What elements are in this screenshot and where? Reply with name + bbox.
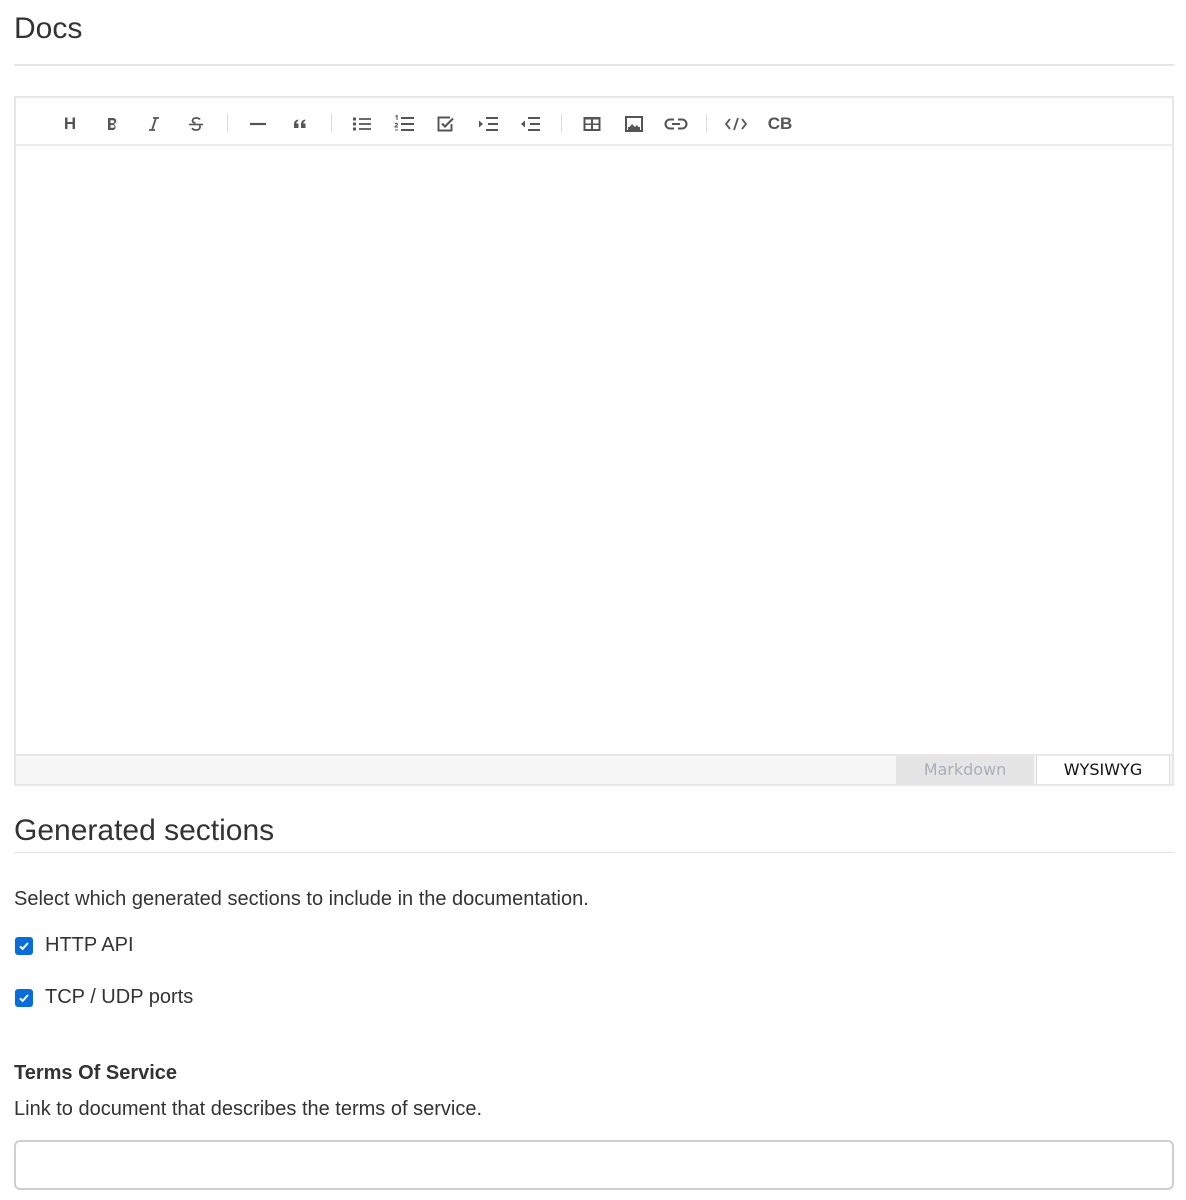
italic-icon bbox=[149, 117, 159, 131]
codeblock-button[interactable]: CB bbox=[766, 112, 794, 136]
http-api-option[interactable]: HTTP API bbox=[14, 934, 134, 957]
docs-editor: H CB Markdown WYSIWYG bbox=[14, 96, 1174, 786]
checkmark-icon bbox=[19, 993, 29, 1002]
bullet-list-button[interactable] bbox=[350, 112, 374, 136]
heading-button[interactable]: H bbox=[58, 112, 82, 136]
image-icon bbox=[625, 116, 643, 132]
divider bbox=[14, 64, 1174, 66]
http-api-checkbox[interactable] bbox=[15, 936, 33, 955]
table-button[interactable] bbox=[580, 112, 604, 136]
terms-of-service-label: Terms Of Service bbox=[14, 1062, 178, 1084]
docs-title: Docs bbox=[14, 12, 83, 45]
http-api-label: HTTP API bbox=[45, 934, 134, 956]
toolbar-divider bbox=[227, 114, 228, 133]
strike-icon bbox=[189, 117, 203, 131]
table-icon bbox=[583, 117, 601, 131]
image-button[interactable] bbox=[622, 112, 646, 136]
terms-of-service-input[interactable] bbox=[14, 1140, 1174, 1190]
tcp-udp-ports-checkbox[interactable] bbox=[15, 988, 33, 1007]
ordered-list-icon bbox=[394, 114, 414, 131]
generated-sections-title: Generated sections bbox=[14, 814, 275, 847]
outdent-icon bbox=[521, 117, 540, 131]
italic-button[interactable] bbox=[142, 112, 166, 136]
outdent-button[interactable] bbox=[518, 112, 542, 136]
bold-button[interactable] bbox=[100, 112, 124, 136]
toolbar-divider bbox=[706, 114, 707, 133]
task-list-icon bbox=[437, 116, 454, 132]
quote-icon bbox=[294, 119, 306, 128]
indent-button[interactable] bbox=[476, 112, 500, 136]
code-button[interactable] bbox=[724, 112, 748, 136]
checkmark-icon bbox=[19, 941, 29, 950]
divider bbox=[14, 852, 1174, 853]
editor-content[interactable] bbox=[16, 146, 1172, 754]
heading-icon: H bbox=[63, 114, 77, 133]
tcp-udp-ports-option[interactable]: TCP / UDP ports bbox=[14, 986, 193, 1009]
wysiwyg-tab[interactable]: WYSIWYG bbox=[1036, 756, 1170, 784]
markdown-tab[interactable]: Markdown bbox=[896, 756, 1034, 784]
generated-sections-description: Select which generated sections to inclu… bbox=[14, 888, 589, 910]
hr-button[interactable] bbox=[246, 112, 270, 136]
link-button[interactable] bbox=[664, 112, 688, 136]
terms-of-service-description: Link to document that describes the term… bbox=[14, 1098, 482, 1120]
editor-mode-switch: Markdown WYSIWYG bbox=[16, 754, 1172, 784]
toolbar-divider bbox=[561, 114, 562, 133]
task-list-button[interactable] bbox=[434, 112, 458, 136]
horizontal-rule-icon bbox=[250, 122, 266, 126]
bold-icon bbox=[108, 117, 117, 130]
ordered-list-button[interactable] bbox=[392, 112, 416, 136]
tcp-udp-ports-label: TCP / UDP ports bbox=[45, 986, 194, 1008]
quote-button[interactable] bbox=[288, 112, 312, 136]
editor-toolbar: H CB bbox=[16, 98, 1172, 146]
strike-button[interactable] bbox=[184, 112, 208, 136]
codeblock-icon: CB bbox=[767, 114, 793, 133]
toolbar-divider bbox=[331, 114, 332, 133]
bullet-list-icon bbox=[353, 117, 371, 131]
code-icon bbox=[724, 117, 748, 131]
indent-icon bbox=[479, 117, 498, 131]
link-icon bbox=[664, 118, 688, 130]
